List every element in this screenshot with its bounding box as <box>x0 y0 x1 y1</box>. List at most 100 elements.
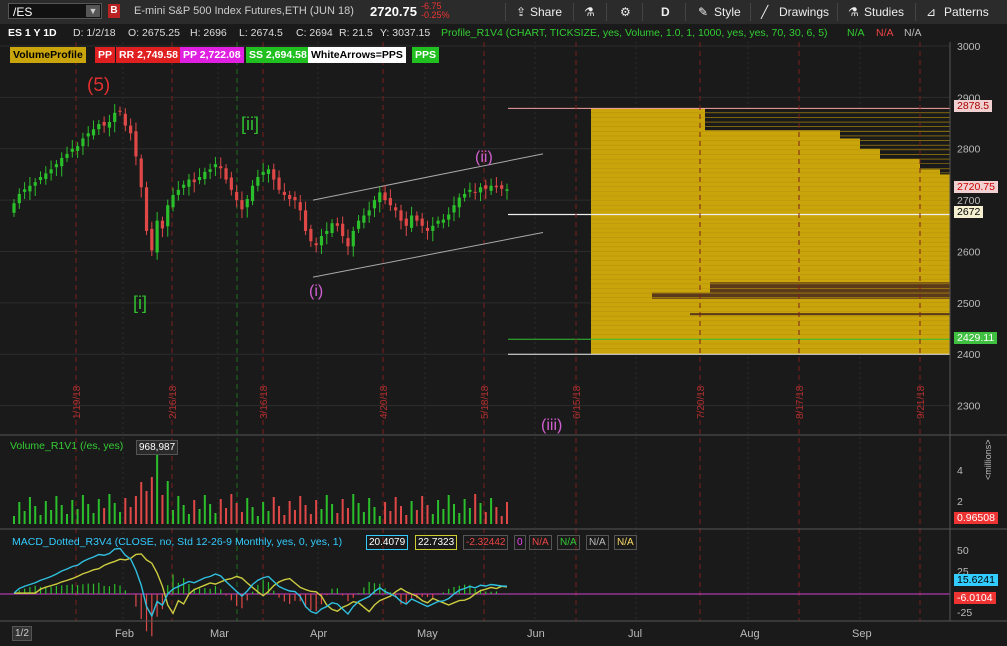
volume-bar <box>315 500 318 524</box>
candle-body <box>362 215 366 223</box>
volume-bar <box>66 514 69 524</box>
volume-profile-label[interactable]: VolumeProfile <box>10 47 86 63</box>
volume-study-label[interactable]: Volume_R1V1 (/es, yes) <box>10 440 123 452</box>
volume-bar <box>362 512 365 524</box>
period-label[interactable]: ES 1 Y 1D <box>8 27 57 39</box>
candle-body <box>12 203 16 213</box>
flask-button[interactable]: ⚗ <box>584 3 595 21</box>
price-tag-green-level: 2429.11 <box>954 332 998 344</box>
pp-label[interactable]: PP <box>95 47 116 63</box>
candle-body <box>129 125 133 134</box>
macd-study-label[interactable]: MACD_Dotted_R3V4 (CLOSE, no, Std 12-26-9… <box>12 536 342 548</box>
volume-bar <box>97 499 100 524</box>
candle-body <box>341 223 345 237</box>
bar-low: L: 2674.5 <box>239 27 283 39</box>
toolbar-divider <box>505 3 506 21</box>
flask-icon: ⚗ <box>848 5 859 19</box>
patterns-label: Patterns <box>944 5 989 19</box>
volume-bar <box>34 506 37 524</box>
profile-na-3: N/A <box>904 27 922 39</box>
style-label: Style <box>714 5 741 19</box>
volume-bar <box>108 494 111 524</box>
candle-body <box>505 189 509 191</box>
volume-tick: 2 <box>957 496 963 508</box>
date-label: 8/17/18 <box>795 385 806 419</box>
volume-bar <box>490 498 493 524</box>
candle-body <box>409 215 414 228</box>
volume-bar <box>150 477 153 524</box>
volume-bar <box>346 508 349 524</box>
volume-bar <box>166 481 169 524</box>
white-arrows-label[interactable]: WhiteArrows=PPS <box>308 47 406 63</box>
toolbar-divider <box>606 3 607 21</box>
candle-body <box>86 133 90 137</box>
volume-bar <box>81 495 84 524</box>
symbol-dropdown-icon[interactable]: ▼ <box>86 5 100 17</box>
price-tag-last: 2720.75 <box>954 181 998 193</box>
candle-body <box>447 214 451 220</box>
candle-body <box>171 194 175 208</box>
ss-label[interactable]: SS 2,694.58 <box>246 47 310 63</box>
candle-body <box>250 185 255 202</box>
price-change: -6.75 -0.25% <box>421 2 450 20</box>
volume-bar <box>288 501 291 524</box>
month-label: Jul <box>628 628 642 640</box>
volume-bar <box>172 510 175 524</box>
candle-body <box>473 191 477 193</box>
candle-body <box>38 176 43 181</box>
candle-body <box>383 192 387 201</box>
volume-bar <box>177 496 180 524</box>
price-tag-top: 2878.5 <box>954 100 993 112</box>
macd-na-3: N/A <box>586 535 609 550</box>
volume-bar <box>13 516 15 524</box>
studies-label: Studies <box>864 5 905 19</box>
candle-body <box>431 225 435 231</box>
profile-na-2: N/A <box>876 27 894 39</box>
volume-bar <box>203 495 206 524</box>
candle-body <box>197 176 202 181</box>
volume-bar <box>415 510 418 524</box>
volume-bar <box>262 502 265 524</box>
volume-bar <box>140 482 143 524</box>
volume-bar <box>272 497 275 524</box>
candle-body <box>282 191 286 195</box>
wave-i-paren-label: (i) <box>309 283 324 300</box>
pp2-label[interactable]: PP 2,722.08 <box>180 47 244 63</box>
brush-icon: ✎ <box>698 5 709 19</box>
info-bar: ES 1 Y 1D D: 1/2/18 O: 2675.25 H: 2696 L… <box>0 24 950 42</box>
volume-bar <box>506 502 508 524</box>
profile-study-label[interactable]: Profile_R1V4 (CHART, TICKSIZE, yes, Volu… <box>441 27 828 39</box>
candle-body <box>399 210 403 221</box>
rr-label[interactable]: RR 2,749.58 <box>116 47 181 63</box>
profile-na-1: N/A <box>847 27 865 39</box>
volume-bar <box>187 514 190 524</box>
symbol-field[interactable]: /ES ▼ <box>8 3 102 19</box>
settings-button[interactable]: ⚙ <box>620 3 631 21</box>
volume-bar <box>463 499 466 524</box>
style-button[interactable]: ✎ Style <box>698 3 741 21</box>
volume-bar <box>283 515 286 524</box>
chart-area[interactable]: 1/19/18 2/16/18 3/16/18 4/20/18 5/18/18 6/15/… <box>0 24 1007 646</box>
share-button[interactable]: ⇪ Share <box>516 3 562 21</box>
studies-button[interactable]: ⚗ Studies <box>848 3 904 21</box>
volume-bar <box>161 495 164 524</box>
profile-gap <box>880 148 950 160</box>
macd-tag-2: -6.0104 <box>954 592 996 604</box>
macd-zero: 0 <box>514 535 526 550</box>
candle-body <box>415 215 419 221</box>
pps-label[interactable]: PPS <box>412 47 440 63</box>
page-indicator[interactable]: 1/2 <box>12 626 32 641</box>
aggregation-button[interactable]: D <box>661 3 670 21</box>
toolbar-divider <box>573 3 574 21</box>
volume-bar <box>437 500 440 524</box>
volume-bar <box>87 504 90 524</box>
month-label: Jun <box>527 628 545 640</box>
candle-body <box>166 205 170 227</box>
date-label: 1/19/18 <box>72 385 83 419</box>
candle-body <box>394 207 398 211</box>
volume-bar <box>240 512 243 524</box>
drawings-button[interactable]: ╱ Drawings <box>761 3 829 21</box>
patterns-button[interactable]: ⊿ Patterns <box>926 3 989 21</box>
candle-body <box>309 228 313 242</box>
candle-body <box>176 189 180 195</box>
